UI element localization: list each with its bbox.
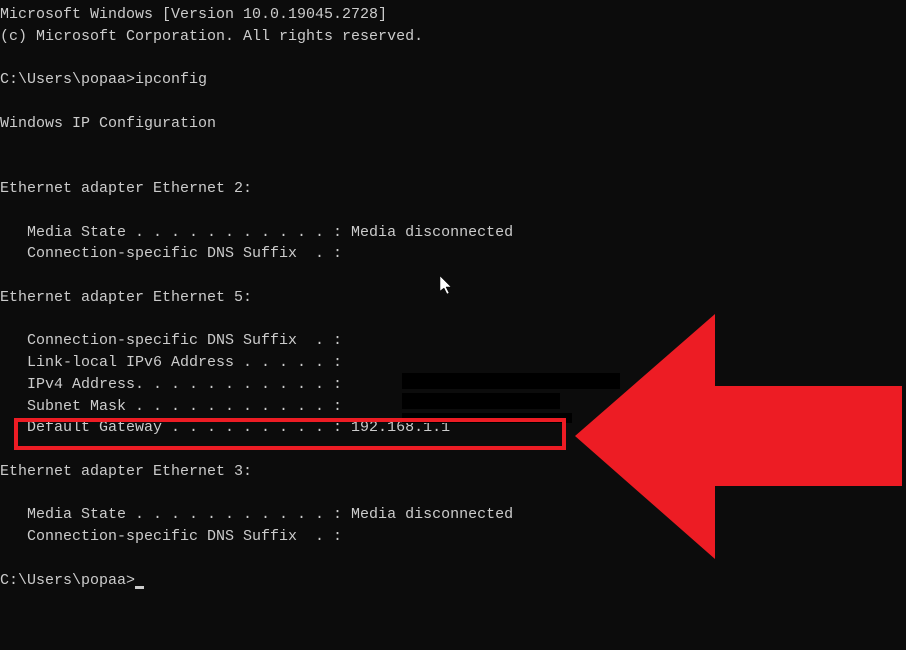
redaction-block — [402, 393, 560, 409]
red-arrow-annotation-icon — [575, 314, 902, 579]
text-cursor-icon — [135, 586, 144, 589]
media-state-line: Media State . . . . . . . . . . . : Medi… — [0, 222, 906, 244]
copyright-line: (c) Microsoft Corporation. All rights re… — [0, 26, 906, 48]
blank-line — [0, 48, 906, 70]
windows-version-line: Microsoft Windows [Version 10.0.19045.27… — [0, 4, 906, 26]
dns-suffix-line: Connection-specific DNS Suffix . : — [0, 243, 906, 265]
blank-line — [0, 156, 906, 178]
prompt-path: C:\Users\popaa> — [0, 71, 135, 88]
blank-line — [0, 135, 906, 157]
prompt-line: C:\Users\popaa>ipconfig — [0, 69, 906, 91]
ipconfig-title: Windows IP Configuration — [0, 113, 906, 135]
highlight-rectangle-annotation — [14, 418, 566, 450]
adapter-header: Ethernet adapter Ethernet 2: — [0, 178, 906, 200]
command-text: ipconfig — [135, 71, 207, 88]
mouse-cursor-icon — [440, 276, 456, 296]
blank-line — [0, 91, 906, 113]
prompt-path: C:\Users\popaa> — [0, 572, 135, 589]
blank-line — [0, 200, 906, 222]
